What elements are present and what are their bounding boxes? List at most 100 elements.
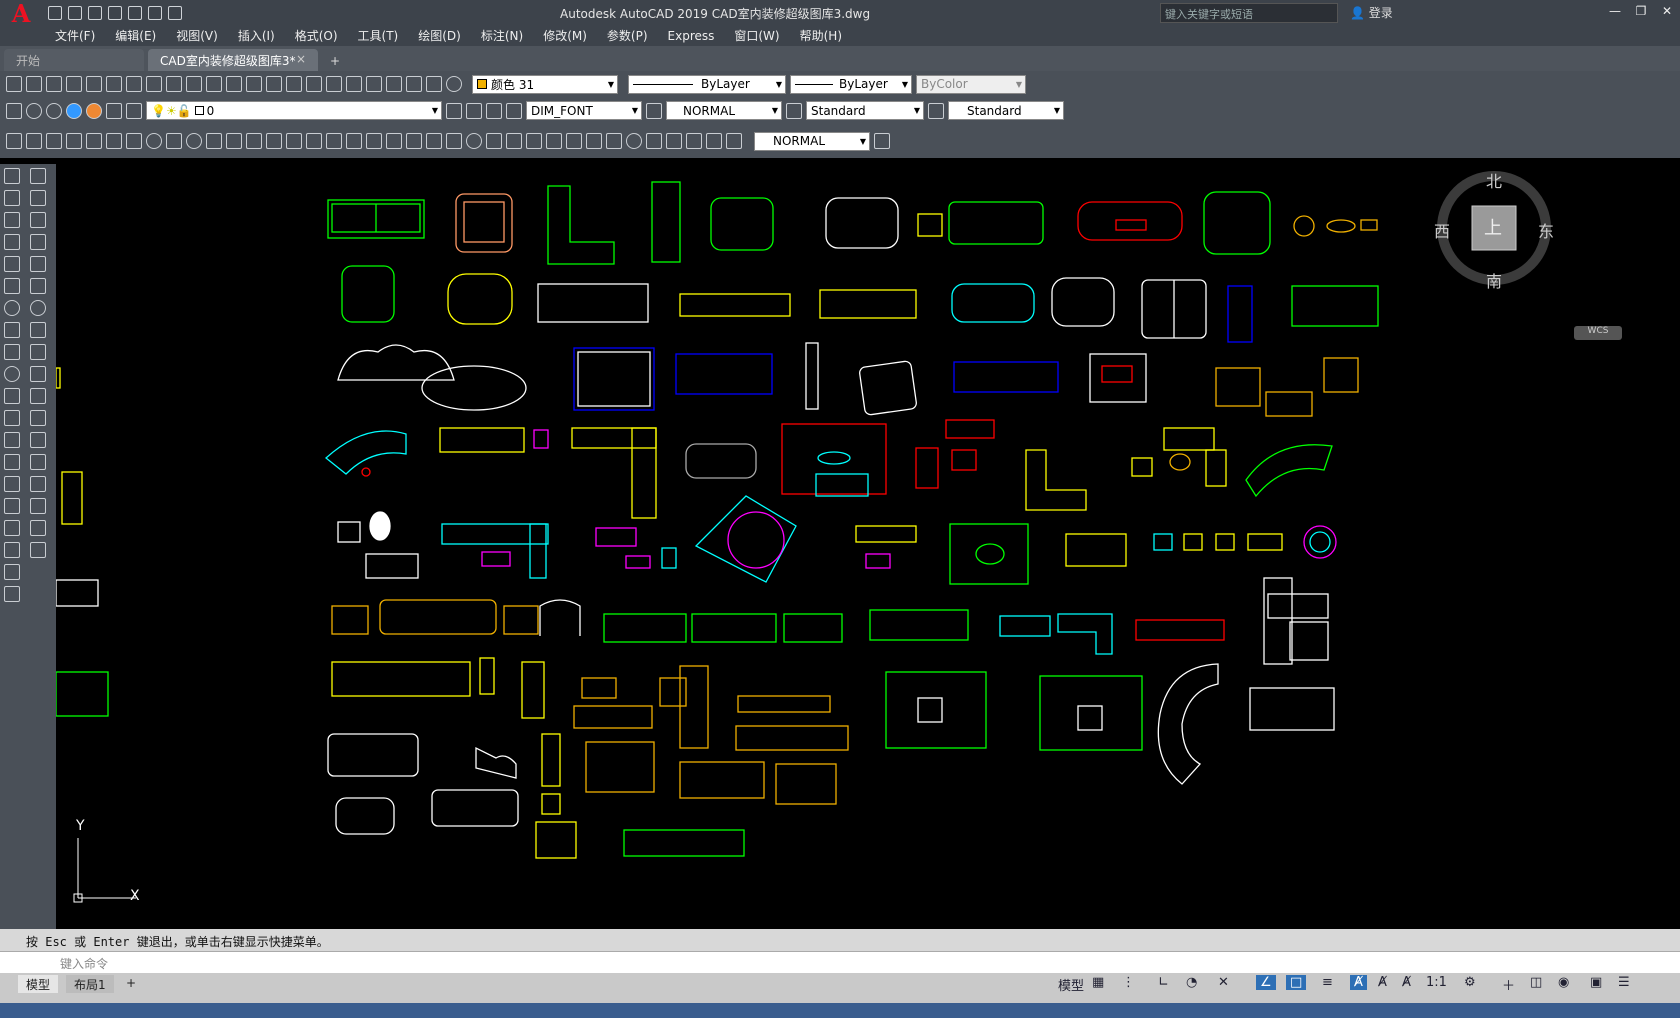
save-icon[interactable] <box>46 76 62 92</box>
lineweight-icon[interactable]: ≡ <box>1322 975 1333 990</box>
dim-update-icon[interactable] <box>726 133 742 149</box>
aligned-dim-icon[interactable] <box>366 133 382 149</box>
manage-styles-icon[interactable] <box>106 102 122 119</box>
publish-icon[interactable] <box>106 76 122 92</box>
osnap-tracking-icon[interactable]: ∠ <box>1256 975 1276 990</box>
cut-icon[interactable] <box>126 76 142 92</box>
dim-edit-icon[interactable] <box>686 133 702 149</box>
paste-icon[interactable] <box>166 76 182 92</box>
osnap-settings-icon[interactable] <box>326 133 342 149</box>
gradient-icon[interactable] <box>4 498 20 514</box>
calculator-icon[interactable] <box>426 76 442 92</box>
copy-object-icon[interactable] <box>30 190 46 206</box>
dim-style-dropdown[interactable]: NORMAL ▼ <box>666 101 782 120</box>
plus-icon[interactable]: ＋ <box>1502 975 1515 994</box>
snap-from-icon[interactable] <box>6 133 22 149</box>
isolate-icon[interactable]: ◫ <box>1530 975 1542 990</box>
layer-previous-icon[interactable] <box>466 102 482 119</box>
menu-parametric[interactable]: 参数(P) <box>607 26 648 46</box>
dim-break-icon[interactable] <box>586 133 602 149</box>
zoom-previous-icon[interactable] <box>306 76 322 92</box>
insert-block-icon[interactable] <box>4 410 20 426</box>
redo-icon[interactable] <box>226 76 242 92</box>
osnap-icon[interactable]: □ <box>1286 975 1307 990</box>
multiline-text-icon[interactable] <box>4 564 20 580</box>
perpendicular-snap-icon[interactable] <box>206 133 222 149</box>
new-icon[interactable] <box>6 76 22 92</box>
extend-icon[interactable] <box>30 388 46 404</box>
hatch-icon[interactable] <box>4 476 20 492</box>
compass-north[interactable]: 北 <box>1486 168 1502 192</box>
offset-icon[interactable] <box>30 234 46 250</box>
compass-west[interactable]: 西 <box>1434 218 1450 242</box>
menu-file[interactable]: 文件(F) <box>55 26 95 46</box>
break-icon[interactable] <box>30 432 46 448</box>
text-style-icon[interactable] <box>506 102 522 119</box>
make-current-layer-icon[interactable] <box>446 102 462 119</box>
zoom-window-icon[interactable] <box>286 76 302 92</box>
add-selected-icon[interactable] <box>4 586 20 602</box>
stretch-icon[interactable] <box>30 344 46 360</box>
midpoint-snap-icon[interactable] <box>66 133 82 149</box>
trim-icon[interactable] <box>30 366 46 382</box>
menu-draw[interactable]: 绘图(D) <box>418 26 461 46</box>
compass-south[interactable]: 南 <box>1486 268 1502 292</box>
tab-layout1[interactable]: 布局1 <box>66 975 114 993</box>
line-icon[interactable] <box>4 168 20 184</box>
dim-style-icon[interactable] <box>646 102 662 119</box>
multileader-style-icon[interactable] <box>928 102 944 119</box>
chamfer-icon[interactable] <box>30 476 46 492</box>
lineweight-dropdown[interactable]: ByLayer ▼ <box>790 74 912 94</box>
layer-properties-icon[interactable] <box>6 102 22 119</box>
menu-modify[interactable]: 修改(M) <box>543 26 587 46</box>
fillet-icon[interactable] <box>30 498 46 514</box>
drawing-canvas[interactable]: 北 南 东 西 上 WCS Y X <box>56 158 1680 929</box>
dim-style-dropdown-2[interactable]: NORMAL ▼ <box>754 131 870 151</box>
sheet-set-icon[interactable] <box>386 76 402 92</box>
join-icon[interactable] <box>30 454 46 470</box>
make-block-icon[interactable] <box>4 432 20 448</box>
table-style-icon[interactable] <box>786 102 802 119</box>
arc-length-dim-icon[interactable] <box>386 133 402 149</box>
plot-icon[interactable] <box>66 76 82 92</box>
plot-preview-icon[interactable] <box>86 76 102 92</box>
continue-dim-icon[interactable] <box>546 133 562 149</box>
spline-icon[interactable] <box>4 344 20 360</box>
hidden-style-icon[interactable] <box>46 102 62 119</box>
wcs-menu-button[interactable]: WCS <box>1574 326 1622 340</box>
polar-icon[interactable]: ◔ <box>1186 975 1197 990</box>
save-as-icon[interactable] <box>108 6 122 20</box>
text-style-dropdown[interactable]: DIM_FONT ▼ <box>526 101 642 120</box>
multileader-style-dropdown[interactable]: Standard ▼ <box>948 101 1064 120</box>
revision-cloud-icon[interactable] <box>4 322 20 338</box>
apparent-intersection-icon[interactable] <box>106 133 122 149</box>
menu-help[interactable]: 帮助(H) <box>800 26 842 46</box>
mirror-icon[interactable] <box>30 212 46 228</box>
auto-scale-icon[interactable]: Ⱥ <box>1378 975 1387 990</box>
erase-icon[interactable] <box>30 168 46 184</box>
snap-icon[interactable]: ⋮ <box>1122 975 1135 990</box>
compass-east[interactable]: 东 <box>1538 218 1554 242</box>
ordinate-dim-icon[interactable] <box>406 133 422 149</box>
zoom-realtime-icon[interactable] <box>266 76 282 92</box>
dim-space-icon[interactable] <box>566 133 582 149</box>
help-icon[interactable] <box>446 76 462 92</box>
menu-express[interactable]: Express <box>668 26 715 46</box>
design-center-icon[interactable] <box>346 76 362 92</box>
conceptual-style-icon[interactable] <box>86 102 102 119</box>
jogged-dim-icon[interactable] <box>446 133 462 149</box>
color-dropdown[interactable]: 颜色 31 ▼ <box>472 74 618 94</box>
viewcube-top-face[interactable]: 上 <box>1484 214 1502 240</box>
command-input[interactable]: 键入命令 <box>0 951 1680 973</box>
scale-icon[interactable] <box>30 322 46 338</box>
redo-icon[interactable] <box>148 6 162 20</box>
menu-format[interactable]: 格式(O) <box>295 26 338 46</box>
nearest-snap-icon[interactable] <box>286 133 302 149</box>
tool-palettes-icon[interactable] <box>366 76 382 92</box>
layer-isolate-icon[interactable] <box>486 102 502 119</box>
circle-icon[interactable] <box>4 300 20 316</box>
tab-model[interactable]: 模型 <box>18 975 59 993</box>
endpoint-snap-icon[interactable] <box>46 133 62 149</box>
menu-edit[interactable]: 编辑(E) <box>115 26 156 46</box>
match-properties-icon[interactable] <box>186 76 202 92</box>
